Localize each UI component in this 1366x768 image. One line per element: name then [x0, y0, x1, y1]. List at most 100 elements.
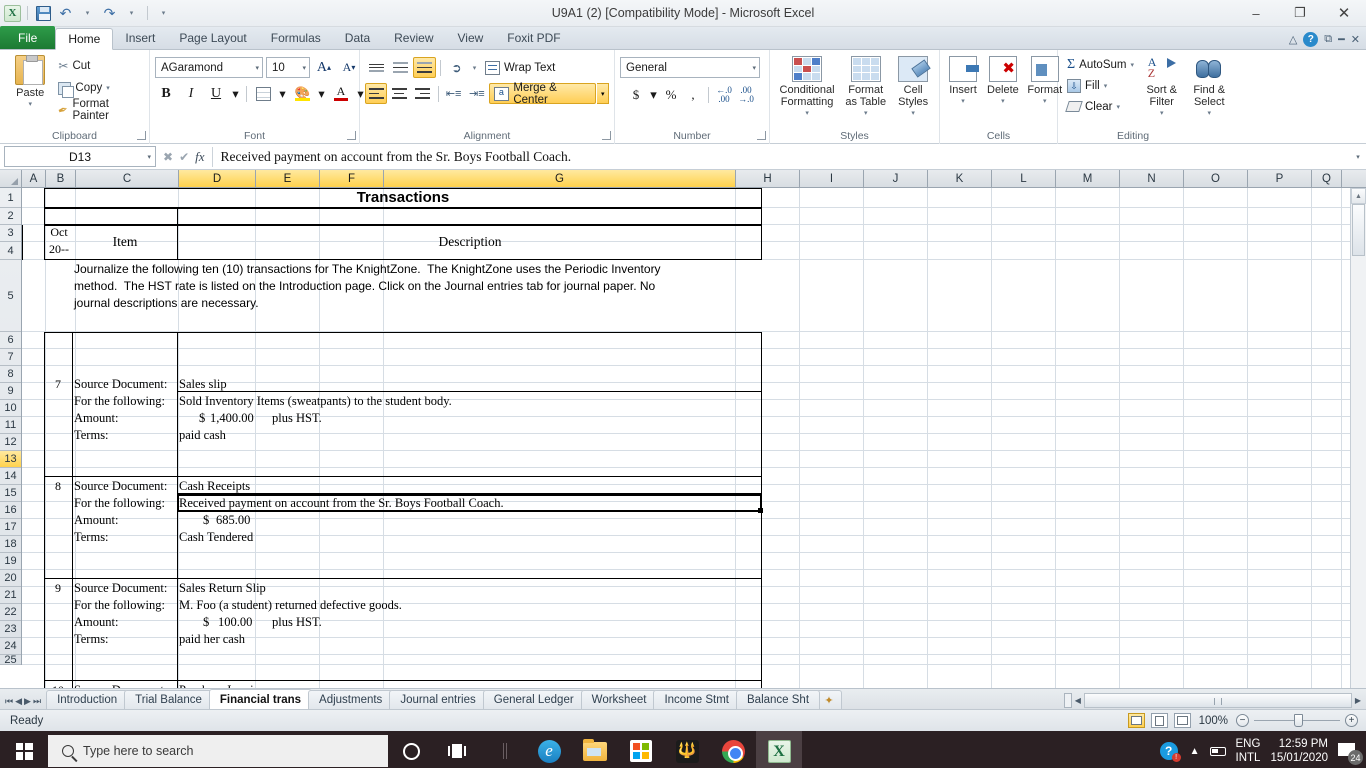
borders-button[interactable]	[252, 83, 274, 104]
align-top-button[interactable]	[365, 57, 388, 78]
close-workbook-icon[interactable]: ✕	[1351, 33, 1360, 46]
next-sheet-icon[interactable]: ▶	[24, 696, 31, 707]
expand-formula-bar-icon[interactable]: ▾	[1350, 144, 1366, 170]
row-header-7[interactable]: 7	[0, 349, 21, 366]
zoom-slider[interactable]: − +	[1236, 714, 1358, 727]
autosum-dropdown-icon[interactable]: ▾	[1130, 61, 1134, 69]
row-header-21[interactable]: 21	[0, 587, 21, 604]
col-header-N[interactable]: N	[1120, 170, 1184, 187]
cell-t9-label-amount[interactable]: Amount:	[74, 615, 118, 630]
font-color-button[interactable]: A	[330, 83, 352, 104]
row-header-9[interactable]: 9	[0, 383, 21, 400]
merge-center-button[interactable]: Merge & Center	[488, 82, 597, 106]
number-dialog-launcher-icon[interactable]	[757, 131, 766, 140]
col-header-B[interactable]: B	[46, 170, 76, 187]
col-header-F[interactable]: F	[320, 170, 384, 187]
active-cell-selection[interactable]	[177, 494, 763, 513]
format-as-table-button[interactable]: Format as Table ▾	[841, 54, 890, 122]
tab-formulas[interactable]: Formulas	[259, 27, 333, 49]
zoom-in-button[interactable]: +	[1345, 714, 1358, 727]
col-header-Q[interactable]: Q	[1312, 170, 1342, 187]
align-middle-button[interactable]	[389, 57, 412, 78]
cell-t7-label-amount[interactable]: Amount:	[74, 411, 118, 426]
cell-t9-label-terms[interactable]: Terms:	[74, 632, 109, 647]
row-header-5[interactable]: 5	[0, 260, 21, 332]
find-select-dropdown-icon[interactable]: ▾	[1207, 108, 1211, 120]
cell-instructions-line3[interactable]: journal descriptions are necessary.	[74, 297, 259, 310]
wrap-text-button[interactable]: Wrap Text	[481, 57, 559, 78]
col-header-E[interactable]: E	[256, 170, 320, 187]
borders-dropdown-icon[interactable]: ▾	[277, 83, 288, 104]
cell-t7-label-source[interactable]: Source Document:	[74, 377, 167, 392]
row-header-25[interactable]: 25	[0, 654, 21, 666]
cell-t7-terms-value[interactable]: paid cash	[179, 428, 226, 443]
row-header-13[interactable]: 13	[0, 451, 21, 468]
percent-button[interactable]: %	[661, 84, 681, 105]
cell-styles-dropdown-icon[interactable]: ▾	[911, 108, 915, 120]
delete-cells-button[interactable]: ✖ Delete ▾	[983, 54, 1023, 110]
format-as-table-dropdown-icon[interactable]: ▾	[864, 108, 868, 120]
row-header-12[interactable]: 12	[0, 434, 21, 451]
font-size-combo[interactable]: 10 ▾	[266, 57, 310, 78]
col-header-D[interactable]: D	[179, 170, 256, 187]
insert-cells-button[interactable]: Insert ▾	[945, 54, 981, 110]
save-icon[interactable]	[34, 4, 53, 23]
row-header-4[interactable]: 4	[0, 242, 21, 260]
help-icon[interactable]: ?	[1303, 32, 1319, 47]
chevron-down-icon[interactable]: ▾	[147, 153, 151, 161]
row-header-24[interactable]: 24	[0, 638, 21, 655]
taskbar-search-input[interactable]: Type here to search	[48, 735, 388, 767]
cell-t7-following-value[interactable]: Sold Inventory Items (sweatpants) to the…	[179, 394, 452, 409]
normal-view-button[interactable]	[1127, 713, 1145, 728]
cell-t10-number[interactable]: 10	[45, 684, 71, 688]
cell-instructions-line2[interactable]: method. The HST rate is listed on the In…	[74, 280, 655, 293]
cell-t9-amount-suffix[interactable]: plus HST.	[272, 615, 322, 630]
row-header-23[interactable]: 23	[0, 621, 21, 638]
fill-dropdown-icon[interactable]: ▾	[1104, 82, 1108, 90]
cell-t8-label-source[interactable]: Source Document:	[74, 479, 167, 494]
maximize-button[interactable]: ❐	[1278, 0, 1322, 27]
chevron-down-icon[interactable]: ▾	[746, 64, 756, 72]
zoom-track[interactable]	[1254, 714, 1340, 727]
prev-sheet-icon[interactable]: ◀	[15, 696, 22, 707]
cell-t8-number[interactable]: 8	[45, 480, 71, 493]
row-header-17[interactable]: 17	[0, 519, 21, 536]
font-dialog-launcher-icon[interactable]	[347, 131, 356, 140]
comma-style-button[interactable]: ,	[683, 84, 703, 105]
row-header-18[interactable]: 18	[0, 536, 21, 553]
row-header-16[interactable]: 16	[0, 502, 21, 519]
cell-t8-label-amount[interactable]: Amount:	[74, 513, 118, 528]
cell-t9-label-source[interactable]: Source Document:	[74, 581, 167, 596]
tab-foxit-pdf[interactable]: Foxit PDF	[495, 27, 572, 49]
microsoft-excel-icon[interactable]: X	[756, 731, 802, 768]
grid-cells[interactable]: Transactions Oct 20-- Item Description J…	[22, 188, 1366, 688]
col-header-O[interactable]: O	[1184, 170, 1248, 187]
orientation-dropdown-icon[interactable]: ▾	[469, 57, 480, 78]
row-header-20[interactable]: 20	[0, 570, 21, 587]
clear-dropdown-icon[interactable]: ▾	[1116, 103, 1120, 111]
decrease-indent-button[interactable]: ⇤≡	[443, 83, 465, 104]
align-bottom-button[interactable]	[413, 57, 436, 78]
bold-button[interactable]: B	[155, 83, 177, 104]
cell-t9-terms-value[interactable]: paid her cash	[179, 632, 245, 647]
page-layout-view-button[interactable]	[1150, 713, 1168, 728]
action-center-icon[interactable]: 24	[1338, 740, 1363, 765]
zoom-level[interactable]: 100%	[1197, 715, 1230, 727]
horizontal-scrollbar[interactable]: ◀ ▶	[1063, 692, 1366, 709]
delete-dropdown-icon[interactable]: ▾	[1001, 96, 1005, 108]
insert-dropdown-icon[interactable]: ▾	[961, 96, 965, 108]
clipboard-dialog-launcher-icon[interactable]	[137, 131, 146, 140]
col-header-M[interactable]: M	[1056, 170, 1120, 187]
cell-header-date-line1[interactable]: Oct	[46, 226, 72, 239]
onedrive-alert-icon[interactable]: ? !	[1159, 741, 1181, 762]
zoom-thumb[interactable]	[1294, 714, 1303, 727]
redo-dropdown-icon[interactable]: ▾	[122, 4, 141, 23]
fill-button[interactable]: ⇩ Fill ▾	[1063, 75, 1138, 96]
shrink-font-button[interactable]: A ▾	[338, 57, 360, 78]
row-header-15[interactable]: 15	[0, 485, 21, 502]
col-header-C[interactable]: C	[76, 170, 179, 187]
cell-t8-amount-value[interactable]: 685.00	[216, 513, 250, 528]
window-controls[interactable]: – ❐ ✕	[1234, 0, 1366, 27]
quick-access-toolbar[interactable]: X ↶ ▾ ↷ ▾ ▾	[0, 4, 173, 23]
chevron-down-icon[interactable]: ▾	[249, 64, 259, 72]
